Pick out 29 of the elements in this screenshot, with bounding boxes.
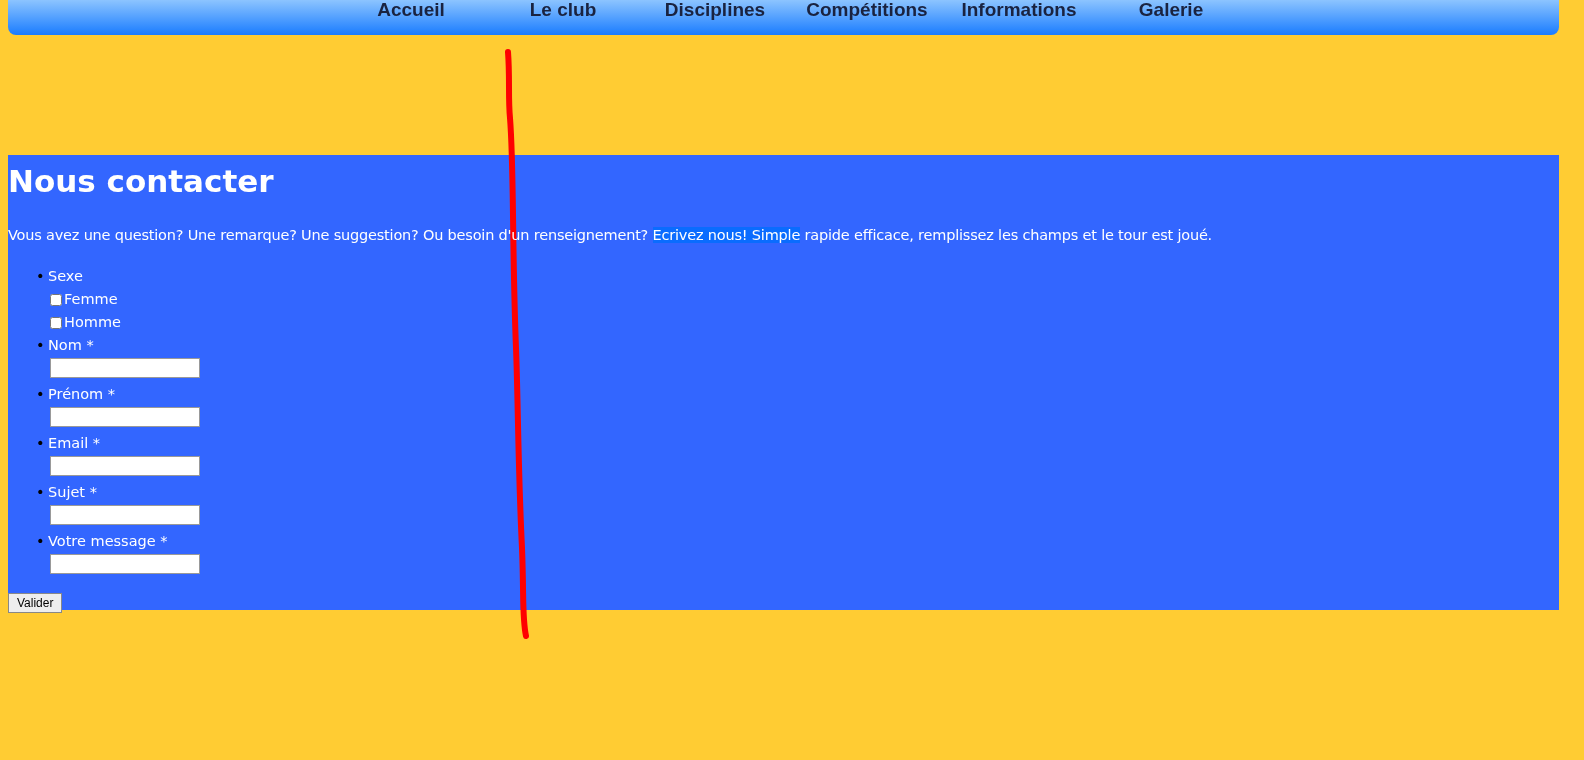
list-bullet: • [36, 483, 45, 502]
page-title: Nous contacter [8, 162, 275, 201]
list-bullet: • [36, 532, 45, 551]
list-bullet: • [36, 267, 45, 286]
input-field[interactable] [50, 456, 200, 476]
checkbox-label: Femme [64, 290, 118, 309]
nav-link[interactable]: Accueil [335, 0, 487, 20]
list-bullet: • [36, 385, 45, 404]
field-label: Sujet * [48, 483, 97, 502]
list-bullet: • [36, 336, 45, 355]
nav-link[interactable]: Informations [943, 0, 1095, 20]
submit-button[interactable]: Valider [8, 593, 63, 613]
checkbox[interactable] [50, 293, 62, 306]
nav-link[interactable]: Disciplines [639, 0, 791, 20]
nav-link[interactable]: Le club [487, 0, 639, 20]
field-label: Email * [48, 434, 101, 453]
input-field[interactable] [50, 505, 200, 525]
field-label: Prénom * [48, 385, 116, 404]
input-field[interactable] [50, 358, 200, 378]
list-bullet: • [36, 434, 45, 453]
nav-link[interactable]: Compétitions [791, 0, 943, 20]
field-label: Votre message * [48, 532, 168, 551]
checkbox-label: Homme [64, 313, 121, 332]
field-label: Sexe [48, 267, 83, 286]
field-label: Nom * [48, 336, 94, 355]
checkbox[interactable] [50, 316, 62, 329]
input-field[interactable] [50, 407, 200, 427]
input-field[interactable] [50, 554, 200, 574]
nav-link[interactable]: Galerie [1095, 0, 1247, 20]
